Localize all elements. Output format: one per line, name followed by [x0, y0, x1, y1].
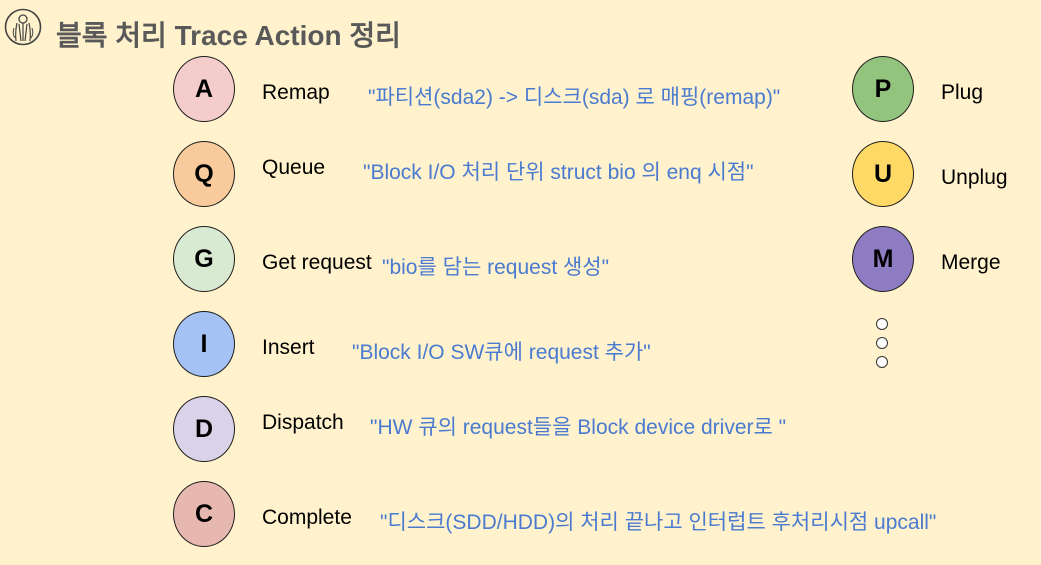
- action-description-get-request: "bio를 담는 request 생성": [382, 256, 610, 279]
- action-label-queue: Queue: [262, 156, 326, 179]
- ellipsis-dot: [876, 318, 888, 330]
- action-badge-p: P: [852, 56, 914, 122]
- action-label-merge: Merge: [941, 251, 1001, 274]
- action-label-dispatch: Dispatch: [262, 411, 344, 434]
- avatar-logo-icon: [4, 8, 42, 46]
- action-label-unplug: Unplug: [941, 166, 1008, 189]
- action-description-complete: "디스크(SDD/HDD)의 처리 끝나고 인터럽트 후처리시점 upcall": [380, 511, 937, 534]
- ellipsis-dot: [876, 356, 888, 368]
- action-label-complete: Complete: [262, 506, 352, 529]
- action-description-insert: "Block I/O SW큐에 request 추가": [352, 341, 651, 364]
- action-badge-d: D: [173, 396, 235, 462]
- action-badge-u: U: [852, 141, 914, 207]
- action-label-plug: Plug: [941, 81, 984, 104]
- action-label-insert: Insert: [262, 336, 315, 359]
- action-badge-m: M: [852, 226, 914, 292]
- action-description-remap: "파티션(sda2) -> 디스크(sda) 로 매핑(remap)": [368, 86, 781, 109]
- ellipsis-dot: [876, 337, 888, 349]
- action-badge-c: C: [173, 481, 235, 547]
- action-badge-i: I: [173, 311, 235, 377]
- page-title: 블록 처리 Trace Action 정리: [56, 20, 401, 51]
- action-badge-g: G: [173, 226, 235, 292]
- action-badge-q: Q: [173, 141, 235, 207]
- action-badge-a: A: [173, 56, 235, 122]
- action-label-remap: Remap: [262, 81, 330, 104]
- action-description-queue: "Block I/O 처리 단위 struct bio 의 enq 시점": [363, 161, 754, 184]
- action-description-dispatch: "HW 큐의 request들을 Block device driver로 ": [370, 416, 787, 439]
- action-label-get-request: Get request: [262, 251, 372, 274]
